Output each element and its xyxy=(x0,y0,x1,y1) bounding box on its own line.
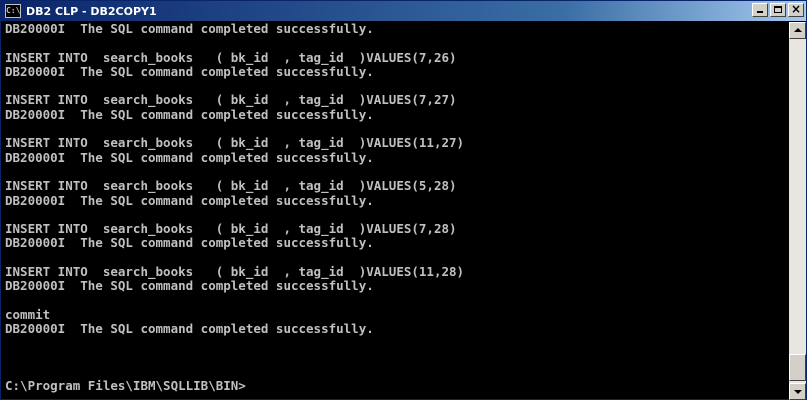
arrow-down-icon xyxy=(794,390,802,394)
maximize-button[interactable] xyxy=(770,3,786,17)
console-line: DB20000I The SQL command completed succe… xyxy=(5,321,374,337)
scrollbar-thumb[interactable] xyxy=(789,354,806,381)
console-line: INSERT INTO search_books ( bk_id , tag_i… xyxy=(5,221,457,237)
console-line: DB20000I The SQL command completed succe… xyxy=(5,149,374,165)
maximize-icon xyxy=(774,6,782,13)
arrow-up-icon xyxy=(794,28,802,32)
close-icon: × xyxy=(790,2,802,16)
command-prompt: C:\Program Files\IBM\SQLLIB\BIN> xyxy=(5,378,246,394)
console-line: INSERT INTO search_books ( bk_id , tag_i… xyxy=(5,49,457,65)
console-line: DB20000I The SQL command completed succe… xyxy=(5,235,374,251)
console-line: DB20000I The SQL command completed succe… xyxy=(5,106,374,122)
console-line: commit xyxy=(5,306,51,322)
title-bar[interactable]: C:\ DB2 CLP - DB2COPY1 × xyxy=(1,1,806,21)
scroll-down-button[interactable] xyxy=(789,383,806,400)
console-icon[interactable]: C:\ xyxy=(5,4,21,18)
minimize-button[interactable] xyxy=(752,3,768,17)
console-line: DB20000I The SQL command completed succe… xyxy=(5,22,374,36)
close-button[interactable]: × xyxy=(788,2,804,17)
console-line: DB20000I The SQL command completed succe… xyxy=(5,192,374,208)
console-output[interactable]: DB20000I The SQL command completed succe… xyxy=(5,22,785,400)
console-line: DB20000I The SQL command completed succe… xyxy=(5,63,374,79)
console-line: DB20000I The SQL command completed succe… xyxy=(5,278,374,294)
scroll-up-button[interactable] xyxy=(789,22,806,39)
console-line: INSERT INTO search_books ( bk_id , tag_i… xyxy=(5,264,465,280)
console-line: INSERT INTO search_books ( bk_id , tag_i… xyxy=(5,135,465,151)
console-line: INSERT INTO search_books ( bk_id , tag_i… xyxy=(5,92,457,108)
vertical-scrollbar[interactable] xyxy=(789,22,806,400)
console-window: C:\ DB2 CLP - DB2COPY1 × DB20000I The SQ… xyxy=(0,0,807,400)
window-title: DB2 CLP - DB2COPY1 xyxy=(26,4,157,18)
console-line: INSERT INTO search_books ( bk_id , tag_i… xyxy=(5,178,457,194)
minimize-icon xyxy=(757,11,763,13)
window-controls: × xyxy=(750,2,804,17)
